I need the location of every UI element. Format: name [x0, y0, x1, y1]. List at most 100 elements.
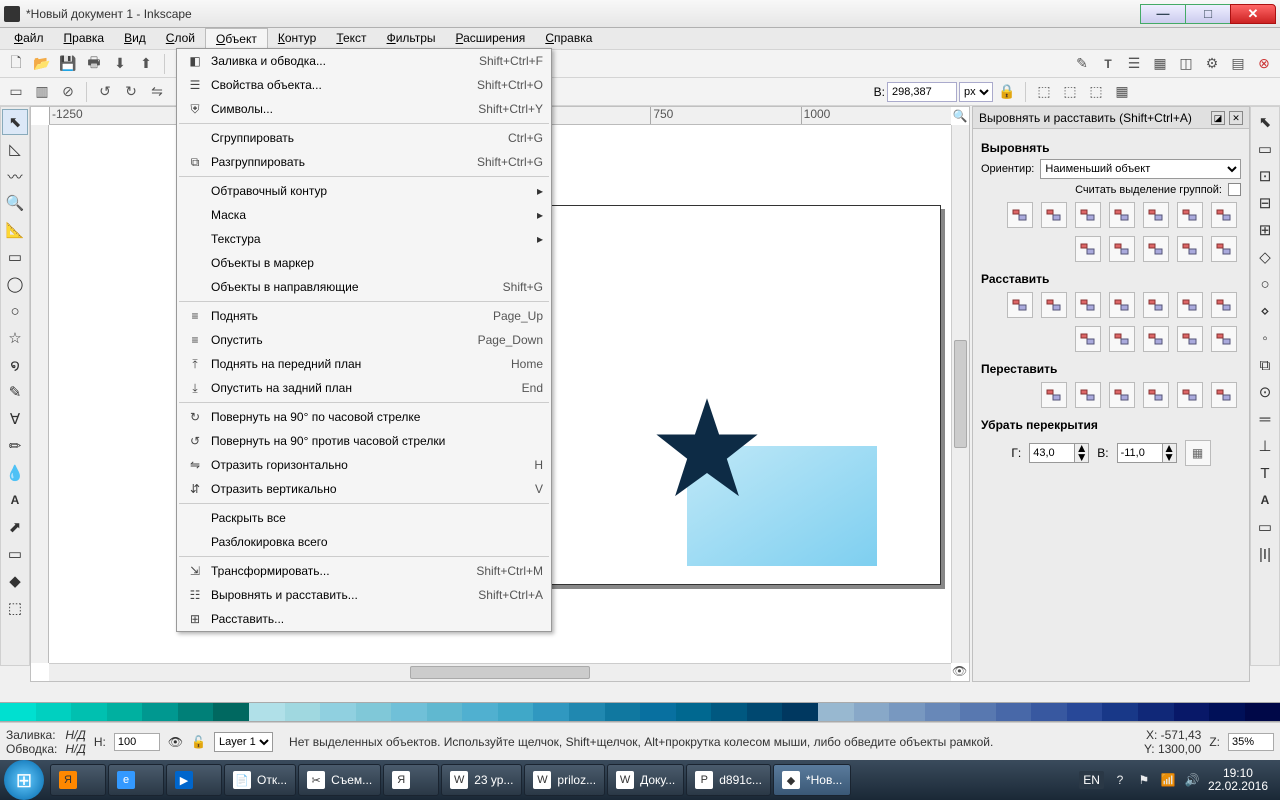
snap-0[interactable]: ⬉ — [1252, 109, 1278, 135]
pinned-app-1[interactable]: Я — [50, 764, 106, 796]
orient-select[interactable]: Наименьший объект — [1040, 159, 1241, 179]
export-button[interactable]: ⬆ — [134, 52, 158, 76]
zoom-corner-icon[interactable]: 🔍 — [952, 108, 968, 124]
snap-2[interactable]: ⊡ — [1252, 163, 1278, 189]
tool-5[interactable]: ▭ — [2, 244, 28, 270]
menu-объект[interactable]: Объект — [205, 28, 268, 49]
swatch[interactable] — [889, 703, 925, 721]
layers-button[interactable]: ☰ — [1122, 52, 1146, 76]
vertical-scrollbar[interactable] — [951, 125, 969, 663]
distGrid-btn-10[interactable] — [1177, 326, 1203, 352]
alignGrid-btn-11[interactable] — [1211, 236, 1237, 262]
transform-button[interactable]: ◫ — [1174, 52, 1198, 76]
menu-item[interactable]: ⤒Поднять на передний планHome — [177, 352, 551, 376]
menu-item[interactable]: ⇲Трансформировать...Shift+Ctrl+M — [177, 559, 551, 583]
menu-item[interactable]: Маска▸ — [177, 203, 551, 227]
snap-14[interactable]: A — [1252, 487, 1278, 513]
alignGrid-btn-2[interactable] — [1075, 202, 1101, 228]
menu-item[interactable]: ☷Выровнять и расставить...Shift+Ctrl+A — [177, 583, 551, 607]
menu-item[interactable]: ⛨Символы...Shift+Ctrl+Y — [177, 97, 551, 121]
overlap-v-input[interactable] — [1117, 443, 1163, 463]
swatch[interactable] — [569, 703, 605, 721]
menu-item[interactable]: Объекты в направляющиеShift+G — [177, 275, 551, 299]
swatch[interactable] — [249, 703, 285, 721]
swatch[interactable] — [676, 703, 712, 721]
menu-слой[interactable]: Слой — [156, 28, 205, 49]
taskbar-item[interactable]: WДоку... — [607, 764, 684, 796]
affect-3-button[interactable]: ⬚ — [1084, 80, 1108, 104]
reGrid-btn-0[interactable] — [1041, 382, 1067, 408]
pinned-app-3[interactable]: ▶ — [166, 764, 222, 796]
tool-12[interactable]: ✏ — [2, 433, 28, 459]
alignGrid-btn-4[interactable] — [1143, 202, 1169, 228]
unit-select[interactable]: px — [959, 82, 993, 102]
reGrid-btn-3[interactable] — [1143, 382, 1169, 408]
reGrid-btn-5[interactable] — [1211, 382, 1237, 408]
affect-2-button[interactable]: ⬚ — [1058, 80, 1082, 104]
menu-вид[interactable]: Вид — [114, 28, 156, 49]
panel-detach-button[interactable]: ◪ — [1211, 111, 1225, 125]
swatch[interactable] — [142, 703, 178, 721]
menu-текст[interactable]: Текст — [326, 28, 376, 49]
snap-10[interactable]: ⊙ — [1252, 379, 1278, 405]
align-button[interactable]: ▦ — [1148, 52, 1172, 76]
distGrid-btn-11[interactable] — [1211, 326, 1237, 352]
taskbar-item[interactable]: 📄Отк... — [224, 764, 296, 796]
layer-visible-icon[interactable]: 👁 — [168, 735, 183, 749]
swatch[interactable] — [640, 703, 676, 721]
window-close-button[interactable]: ✕ — [1230, 4, 1276, 24]
swatch[interactable] — [0, 703, 36, 721]
tool-8[interactable]: ☆ — [2, 325, 28, 351]
alignGrid-btn-6[interactable] — [1211, 202, 1237, 228]
tool-1[interactable]: ◺ — [2, 136, 28, 162]
tool-4[interactable]: 📐 — [2, 217, 28, 243]
menu-item[interactable]: ↺Повернуть на 90° против часовой стрелки — [177, 429, 551, 453]
tray-volume-icon[interactable]: 🔊 — [1184, 772, 1200, 788]
snap-9[interactable]: ⧉ — [1252, 352, 1278, 378]
tool-11[interactable]: Ɐ — [2, 406, 28, 432]
swatch[interactable] — [285, 703, 321, 721]
close-doc-button[interactable]: ⊗ — [1252, 52, 1276, 76]
swatch[interactable] — [391, 703, 427, 721]
menu-фильтры[interactable]: Фильтры — [377, 28, 446, 49]
swatch[interactable] — [462, 703, 498, 721]
reGrid-btn-2[interactable] — [1109, 382, 1135, 408]
overlap-h-input[interactable] — [1029, 443, 1075, 463]
docprops-button[interactable]: ▤ — [1226, 52, 1250, 76]
menu-item[interactable]: Текстура▸ — [177, 227, 551, 251]
swatch[interactable] — [996, 703, 1032, 721]
swatch[interactable] — [107, 703, 143, 721]
panel-close-button[interactable]: ✕ — [1229, 111, 1243, 125]
swatch[interactable] — [1209, 703, 1245, 721]
alignGrid-btn-10[interactable] — [1177, 236, 1203, 262]
menu-item[interactable]: ⇋Отразить горизонтальноH — [177, 453, 551, 477]
swatch[interactable] — [533, 703, 569, 721]
tool-18[interactable]: ⬚ — [2, 595, 28, 621]
open-file-button[interactable]: 📂 — [30, 52, 54, 76]
reGrid-btn-4[interactable] — [1177, 382, 1203, 408]
swatch[interactable] — [854, 703, 890, 721]
reGrid-btn-1[interactable] — [1075, 382, 1101, 408]
language-indicator[interactable]: EN — [1079, 771, 1104, 789]
menu-item[interactable]: ≡ОпуститьPage_Down — [177, 328, 551, 352]
distGrid-btn-9[interactable] — [1143, 326, 1169, 352]
taskbar-item[interactable]: W23 ур... — [441, 764, 522, 796]
swatch[interactable] — [213, 703, 249, 721]
menu-item[interactable]: СгруппироватьCtrl+G — [177, 126, 551, 150]
tool-2[interactable]: 〰 — [2, 163, 28, 189]
distGrid-btn-8[interactable] — [1109, 326, 1135, 352]
snap-3[interactable]: ⊟ — [1252, 190, 1278, 216]
swatch[interactable] — [925, 703, 961, 721]
xml-editor-button[interactable]: ✎ — [1070, 52, 1094, 76]
snap-4[interactable]: ⊞ — [1252, 217, 1278, 243]
distGrid-btn-6[interactable] — [1211, 292, 1237, 318]
menu-item[interactable]: ⊞Расставить... — [177, 607, 551, 631]
alignGrid-btn-3[interactable] — [1109, 202, 1135, 228]
tool-9[interactable]: ໑ — [2, 352, 28, 378]
star-object[interactable] — [652, 396, 762, 506]
window-minimize-button[interactable]: — — [1140, 4, 1186, 24]
alignGrid-btn-8[interactable] — [1109, 236, 1135, 262]
taskbar-item[interactable]: Pd891c... — [686, 764, 771, 796]
swatch[interactable] — [960, 703, 996, 721]
menu-item[interactable]: Раскрыть все — [177, 506, 551, 530]
